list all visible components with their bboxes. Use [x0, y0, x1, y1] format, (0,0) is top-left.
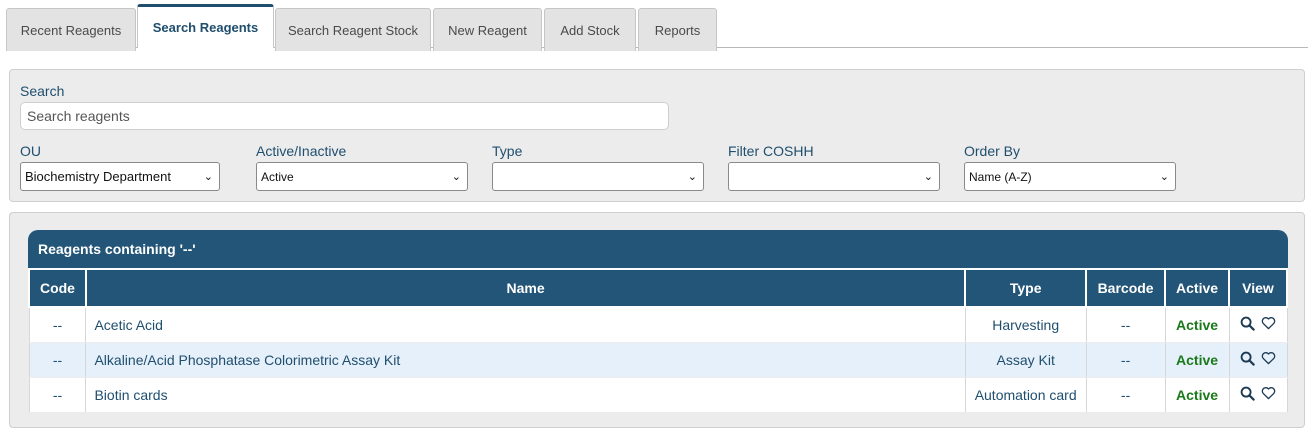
order-label: Order By [964, 143, 1021, 159]
tab-reports[interactable]: Reports [638, 8, 717, 51]
cell-name[interactable]: Acetic Acid [85, 307, 966, 343]
coshh-select[interactable]: ⌄ [728, 162, 940, 191]
heart-icon[interactable] [1261, 351, 1276, 365]
column-header-code[interactable]: Code [28, 268, 87, 308]
cell-barcode: -- [1085, 342, 1166, 378]
column-header-name[interactable]: Name [84, 268, 967, 308]
search-icon[interactable] [1240, 316, 1255, 331]
cell-name[interactable]: Alkaline/Acid Phosphatase Colorimetric A… [85, 342, 966, 378]
cell-barcode: -- [1085, 307, 1166, 343]
table-header-row: Code Name Type Barcode Active View [28, 268, 1288, 308]
tab-recent-reagents[interactable]: Recent Reagents [6, 8, 136, 51]
column-header-type[interactable]: Type [964, 268, 1088, 308]
results-table: Code Name Type Barcode Active View -- Ac… [28, 268, 1288, 413]
cell-view [1228, 342, 1288, 378]
table-row: -- Alkaline/Acid Phosphatase Colorimetri… [28, 342, 1288, 378]
search-icon[interactable] [1240, 386, 1255, 401]
active-label: Active/Inactive [256, 143, 347, 159]
cell-code: -- [28, 307, 87, 343]
search-label: Search [20, 83, 65, 99]
cell-type: Harvesting [964, 307, 1087, 343]
ou-label: OU [20, 143, 41, 159]
search-icon[interactable] [1240, 351, 1255, 366]
results-panel: Reagents containing '--' Code Name Type … [9, 212, 1305, 428]
cell-name[interactable]: Biotin cards [85, 377, 966, 413]
cell-active: Active [1164, 307, 1230, 343]
cell-code: -- [28, 377, 87, 413]
column-header-view: View [1228, 268, 1288, 308]
results-title: Reagents containing '--' [28, 230, 1288, 268]
order-select-value: Name (A-Z) [969, 169, 1032, 184]
table-row: -- Biotin cards Automation card -- Activ… [28, 377, 1288, 413]
ou-select-value: Biochemistry Department [25, 169, 171, 184]
heart-icon[interactable] [1261, 386, 1276, 400]
column-header-active[interactable]: Active [1164, 268, 1231, 308]
chevron-down-icon: ⌄ [451, 171, 461, 183]
tab-new-reagent[interactable]: New Reagent [433, 8, 542, 51]
search-input[interactable] [20, 102, 669, 130]
table-row: -- Acetic Acid Harvesting -- Active [28, 307, 1288, 343]
order-select[interactable]: Name (A-Z) ⌄ [964, 162, 1176, 191]
chevron-down-icon: ⌄ [203, 171, 213, 183]
cell-type: Automation card [964, 377, 1087, 413]
active-select[interactable]: Active ⌄ [256, 162, 468, 191]
cell-barcode: -- [1085, 377, 1166, 413]
type-select[interactable]: ⌄ [492, 162, 704, 191]
tab-bar: Recent Reagents Search Reagents Search R… [6, 4, 1308, 51]
cell-active: Active [1164, 342, 1230, 378]
cell-type: Assay Kit [964, 342, 1087, 378]
cell-view [1228, 377, 1288, 413]
cell-code: -- [28, 342, 87, 378]
search-panel: Search OU Biochemistry Department ⌄ Acti… [9, 69, 1305, 202]
heart-icon[interactable] [1261, 316, 1276, 330]
active-select-value: Active [261, 169, 294, 184]
ou-select[interactable]: Biochemistry Department ⌄ [20, 162, 220, 191]
column-header-barcode[interactable]: Barcode [1085, 268, 1167, 308]
tab-search-reagent-stock[interactable]: Search Reagent Stock [275, 8, 431, 51]
cell-active: Active [1164, 377, 1230, 413]
coshh-label: Filter COSHH [728, 143, 814, 159]
chevron-down-icon: ⌄ [923, 171, 933, 183]
chevron-down-icon: ⌄ [687, 171, 697, 183]
cell-view [1228, 307, 1288, 343]
tab-add-stock[interactable]: Add Stock [544, 8, 636, 51]
tab-search-reagents[interactable]: Search Reagents [137, 4, 274, 48]
type-label: Type [492, 143, 523, 159]
chevron-down-icon: ⌄ [1159, 171, 1169, 183]
